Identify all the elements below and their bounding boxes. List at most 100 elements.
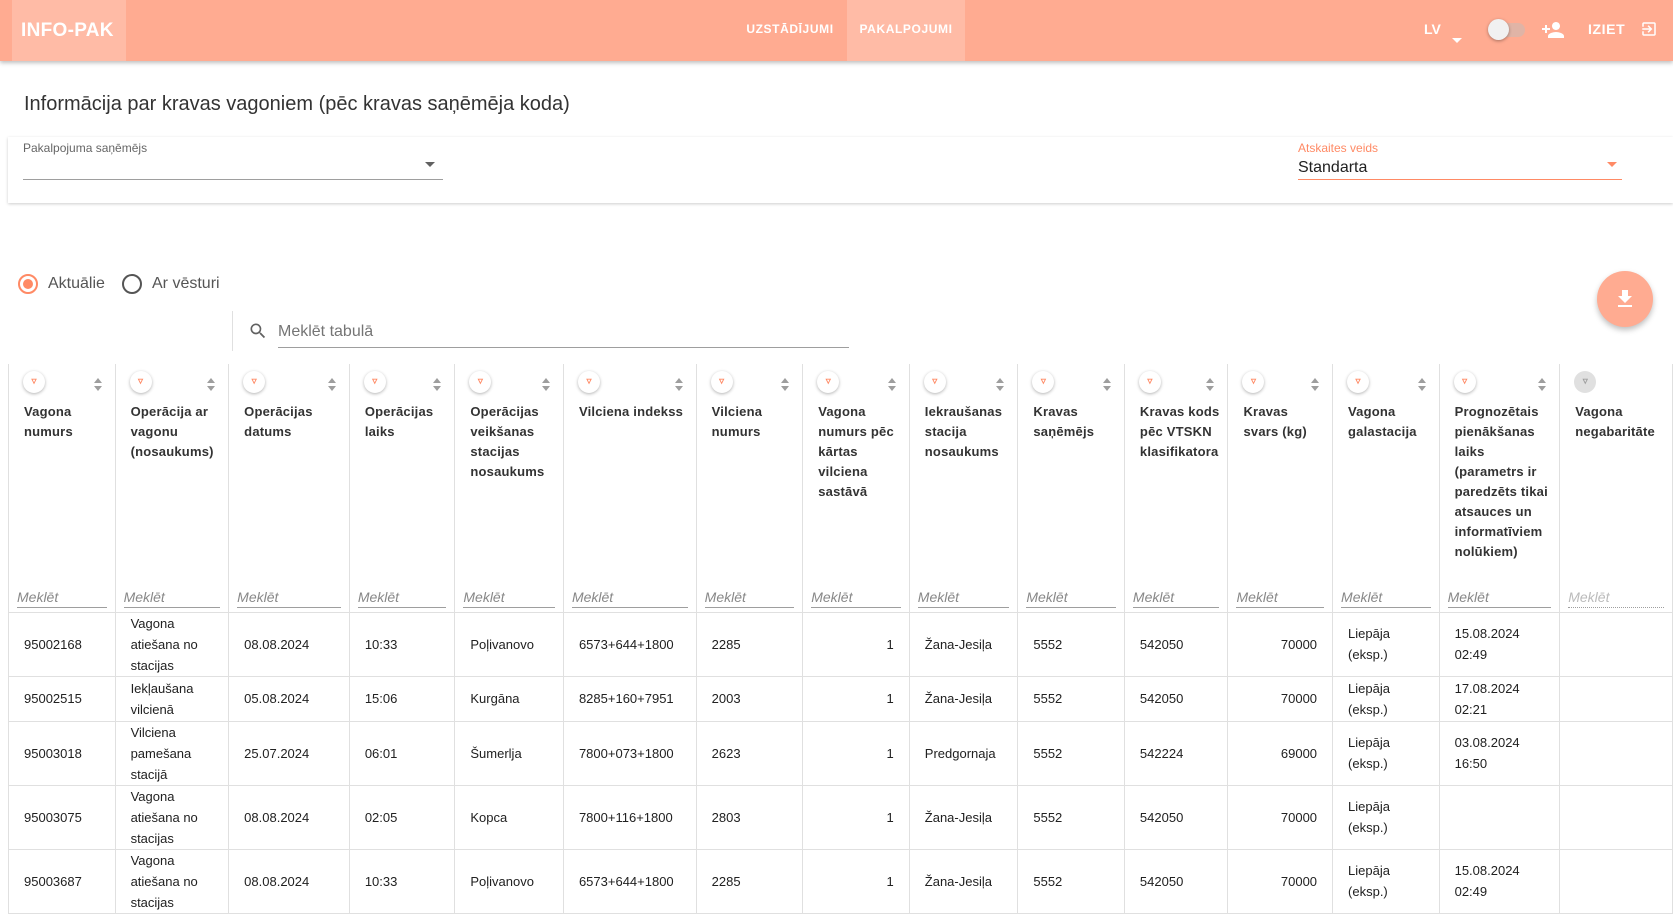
table-cell [1559,612,1673,677]
sort-icon[interactable] [1102,378,1112,392]
column-filter-input[interactable] [704,586,795,608]
column-header[interactable]: ▿ Operācijas veikšanas stacijas nosaukums [454,364,564,613]
sort-icon[interactable] [674,378,684,392]
table-row[interactable]: 95003687 Vagona atiešana no stacijas 08.08… [8,849,1673,914]
column-filter-input[interactable] [237,586,341,608]
column-filter-input[interactable] [1026,586,1116,608]
column-header[interactable]: ▿ Vagona galastacija [1332,364,1440,613]
table-row[interactable]: 95002168 Vagona atiešana no stacijas 08.08… [8,612,1673,677]
column-header[interactable]: ▿ Iekraušanas stacija nosaukums [909,364,1019,613]
filter-funnel-icon[interactable]: ▿ [1574,371,1597,393]
column-header[interactable]: ▿ Prognozētais pienākšanas laiks (paramet… [1439,364,1561,613]
radio-current[interactable]: Aktuālie [18,272,110,296]
column-header-inner: ▿ Vagona numurs [9,364,115,611]
filter-funnel-icon[interactable]: ▿ [129,371,152,393]
nav-services[interactable]: PAKALPOJUMI [847,0,965,61]
sort-icon[interactable] [1311,378,1320,392]
column-filter-input[interactable] [17,586,107,608]
column-header[interactable]: ▿ Kravas svars (kg) [1227,364,1334,613]
table-cell: 25.07.2024 [228,721,350,786]
column-header[interactable]: ▿ Vagona numurs pēc kārtas vilciena sastā… [802,364,910,613]
filter-funnel-icon[interactable]: ▿ [243,371,266,393]
table-cell: Kurgāna [454,676,564,722]
divider [232,311,233,351]
sort-icon[interactable] [433,378,442,392]
column-header[interactable]: ▿ Kravas saņēmējs [1017,364,1125,613]
table-cell: 7800+116+1800 [563,785,697,850]
sort-icon[interactable] [93,378,103,392]
sort-icon[interactable] [1417,378,1427,392]
radio-history-indicator[interactable] [122,274,142,294]
filter-funnel-icon[interactable]: ▿ [1242,371,1265,393]
column-header[interactable]: ▿ Operācija ar vagonu (nosaukums) [115,364,230,613]
table-search-input[interactable] [278,316,849,348]
filter-funnel-icon[interactable]: ▿ [469,371,492,393]
filter-funnel-icon[interactable]: ▿ [23,371,45,393]
column-header[interactable]: ▿ Operācijas datums [228,364,350,613]
sort-icon[interactable] [887,378,897,392]
column-filter-input[interactable] [1236,586,1325,608]
table-cell: 08.08.2024 [228,612,350,677]
add-user-icon[interactable] [1540,18,1566,42]
filter-funnel-icon[interactable]: ▿ [923,371,946,393]
column-filter-input[interactable] [1568,586,1664,608]
column-title: Vilciena indekss [578,404,684,419]
language-select[interactable]: LV [1424,0,1464,61]
nav-settings[interactable]: UZSTĀDĪJUMI [740,0,840,61]
table-row[interactable]: 95003018 Vilciena pamešana stacijā 25.07.2… [8,721,1673,786]
column-header[interactable]: ▿ Operācijas laiks [349,364,456,613]
column-header[interactable]: ▿ Vilciena indekss [563,364,697,613]
logout-button[interactable]: IZIET [1588,0,1668,61]
chevron-down-icon[interactable] [425,162,435,167]
radio-history[interactable]: Ar vēsturi [122,272,232,296]
sort-icon[interactable] [327,378,337,392]
filter-funnel-icon[interactable]: ▿ [577,371,600,393]
report-type-select[interactable]: Standarta [1298,159,1367,177]
table-cell: Poļivanovo [454,849,564,914]
filter-funnel-icon[interactable]: ▿ [1453,371,1476,393]
column-header-inner: ▿ Vilciena numurs [697,364,803,611]
table-cell: 03.08.2024 16:50 [1439,721,1561,786]
column-filter-input[interactable] [1447,586,1552,608]
sort-icon[interactable] [207,378,216,392]
filter-funnel-icon[interactable]: ▿ [710,371,733,393]
toggle-knob[interactable] [1488,19,1509,40]
column-title: Vagona negabaritāte [1575,404,1655,439]
column-header[interactable]: ▿ Kravas kods pēc VTSKN klasifikatora [1124,364,1229,613]
column-header-inner: ▿ Operācijas veikšanas stacijas nosaukums [455,364,563,611]
column-header[interactable]: ▿ Vilciena numurs [696,364,804,613]
filter-funnel-icon[interactable]: ▿ [1347,371,1370,393]
table-row[interactable]: 95003075 Vagona atiešana no stacijas 08.08… [8,785,1673,850]
filter-funnel-icon[interactable]: ▿ [363,371,386,393]
column-header[interactable]: ▿ Vagona numurs [8,364,116,613]
chevron-down-icon[interactable] [1607,162,1617,167]
filter-funnel-icon[interactable]: ▿ [1032,371,1055,393]
filter-funnel-icon[interactable]: ▿ [817,371,840,393]
sort-icon[interactable] [781,378,790,392]
column-filter-input[interactable] [811,586,901,608]
chevron-down-icon[interactable] [1452,38,1462,43]
table-cell: 17.08.2024 02:21 [1439,676,1561,722]
column-filter-input[interactable] [357,586,447,608]
sort-icon[interactable] [541,378,551,392]
column-header-inner: ▿ Vagona galastacija [1333,364,1439,611]
table-cell: 15.08.2024 02:49 [1439,849,1561,914]
column-filter-input[interactable] [1341,586,1431,608]
column-filter-input[interactable] [1132,586,1220,608]
column-filter-input[interactable] [917,586,1010,608]
sort-icon[interactable] [1206,378,1215,392]
sort-icon[interactable] [1538,378,1547,392]
app-logo[interactable]: INFO-PAK [12,0,126,61]
download-button[interactable] [1597,271,1653,327]
column-filter-input[interactable] [571,586,688,608]
table-cell: 2285 [696,612,804,677]
column-header[interactable]: ▿ Vagona negabaritāte [1559,364,1673,613]
table-cell: 6573+644+1800 [563,849,697,914]
filter-funnel-icon[interactable]: ▿ [1138,371,1161,393]
sort-icon[interactable] [996,378,1005,392]
radio-current-indicator[interactable] [18,274,38,294]
table-cell: 08.08.2024 [228,785,350,850]
column-filter-input[interactable] [463,586,555,608]
table-row[interactable]: 95002515 Iekļaušana vilcienā 05.08.2024 15:… [8,676,1673,722]
column-filter-input[interactable] [123,586,221,608]
